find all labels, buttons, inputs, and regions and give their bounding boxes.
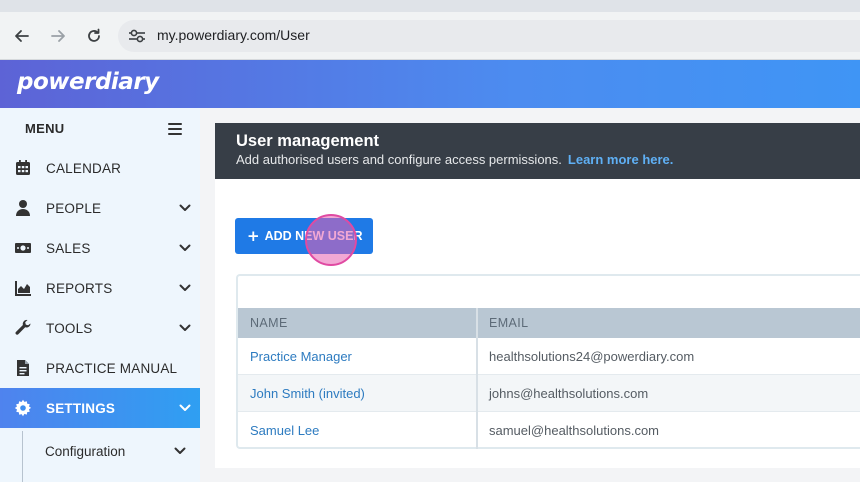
table-row[interactable]: Samuel Lee samuel@healthsolutions.com (238, 412, 860, 448)
arrow-right-icon[interactable] (48, 26, 68, 46)
sidebar-item-settings[interactable]: SETTINGS (0, 388, 200, 428)
user-name-link[interactable]: John Smith (invited) (250, 386, 365, 401)
url-text[interactable]: my.powerdiary.com/User (157, 27, 310, 43)
user-email: healthsolutions24@powerdiary.com (489, 349, 695, 364)
user-name-link[interactable]: Practice Manager (250, 349, 352, 364)
app-header: powerdiary (0, 60, 860, 108)
browser-tab-strip (0, 0, 860, 12)
column-divider (476, 308, 478, 449)
subtitle-text: Add authorised users and configure acces… (236, 152, 562, 167)
table-row[interactable]: John Smith (invited) johns@healthsolutio… (238, 375, 860, 411)
gear-icon (14, 399, 32, 417)
menu-title: MENU (25, 121, 65, 136)
sidebar-item-label: CALENDAR (46, 161, 122, 176)
table-row[interactable]: Practice Manager healthsolutions24@power… (238, 338, 860, 374)
sidebar-item-tools[interactable]: TOOLS (0, 308, 200, 348)
sidebar-item-label: SETTINGS (46, 401, 116, 416)
chart-icon (14, 279, 32, 297)
sidebar: MENU CALENDAR PEOPLE SALES REPORTS TOOLS… (0, 108, 200, 482)
sidebar-subitem-label: Configuration (45, 444, 126, 459)
arrow-left-icon[interactable] (12, 26, 32, 46)
sidebar-item-people[interactable]: PEOPLE (0, 188, 200, 228)
calendar-icon (14, 159, 32, 177)
hamburger-icon[interactable] (168, 123, 182, 135)
user-name-link[interactable]: Samuel Lee (250, 423, 319, 438)
document-icon (14, 359, 32, 377)
tune-icon[interactable] (128, 28, 146, 44)
click-indicator (305, 214, 357, 266)
page-title: User management (236, 132, 380, 150)
person-icon (14, 199, 32, 217)
money-icon (14, 239, 32, 257)
chevron-down-icon[interactable] (173, 444, 187, 458)
reload-icon[interactable] (84, 26, 104, 46)
sidebar-item-label: SALES (46, 241, 91, 256)
column-header-email[interactable]: EMAIL (489, 316, 529, 330)
chevron-down-icon[interactable] (178, 321, 192, 335)
learn-more-link[interactable]: Learn more here. (568, 152, 674, 167)
sidebar-item-practice-manual[interactable]: PRACTICE MANUAL (0, 348, 200, 388)
user-email: johns@healthsolutions.com (489, 386, 649, 401)
address-bar[interactable]: my.powerdiary.com/User (118, 20, 860, 52)
wrench-icon (14, 319, 32, 337)
chevron-down-icon[interactable] (178, 201, 192, 215)
main-content: User management Add authorised users and… (200, 108, 860, 482)
sidebar-item-label: REPORTS (46, 281, 113, 296)
sidebar-item-label: TOOLS (46, 321, 93, 336)
sidebar-item-sales[interactable]: SALES (0, 228, 200, 268)
table-header: NAME EMAIL (238, 308, 860, 338)
panel-header: User management Add authorised users and… (215, 123, 860, 179)
sidebar-item-calendar[interactable]: CALENDAR (0, 148, 200, 188)
plus-icon: + (247, 227, 260, 245)
chevron-down-icon[interactable] (178, 401, 192, 415)
chevron-down-icon[interactable] (178, 281, 192, 295)
app-logo[interactable]: powerdiary (17, 69, 159, 95)
sidebar-item-label: PRACTICE MANUAL (46, 361, 178, 376)
menu-header: MENU (0, 108, 200, 148)
browser-toolbar: my.powerdiary.com/User (0, 12, 860, 60)
sidebar-item-label: PEOPLE (46, 201, 102, 216)
user-email: samuel@healthsolutions.com (489, 423, 660, 438)
column-header-name[interactable]: NAME (250, 316, 288, 330)
page-subtitle: Add authorised users and configure acces… (236, 152, 673, 167)
users-table: NAME EMAIL Practice Manager healthsoluti… (236, 274, 860, 449)
chevron-down-icon[interactable] (178, 241, 192, 255)
sidebar-subitem-configuration[interactable]: Configuration (0, 431, 200, 469)
sidebar-item-reports[interactable]: REPORTS (0, 268, 200, 308)
